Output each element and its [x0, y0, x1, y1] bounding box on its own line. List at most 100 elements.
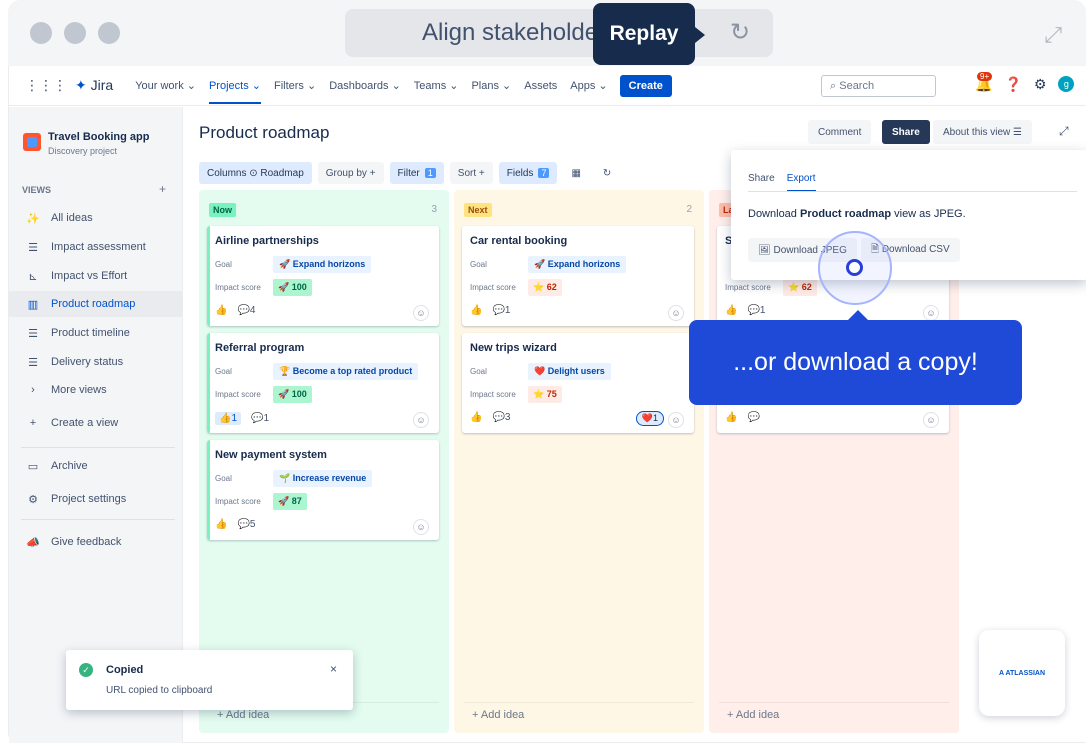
sidebar-item-impact-assessment[interactable]: ☰ Impact assessment — [9, 234, 183, 260]
share-button[interactable]: Share — [882, 120, 930, 144]
search-placeholder: Search — [839, 80, 875, 92]
success-check-icon: ✓ — [79, 663, 93, 677]
comment-button[interactable]: Comment — [808, 120, 872, 144]
nav-apps[interactable]: Apps ⌄ — [570, 79, 607, 92]
export-view-name: Product roadmap — [799, 208, 892, 220]
sidebar-item-product-roadmap[interactable]: ▥ Product roadmap — [9, 291, 183, 317]
atlassian-badge[interactable]: A ATLASSIAN — [979, 630, 1065, 716]
sidebar-item-label: Impact vs Effort — [51, 270, 128, 282]
help-icon[interactable]: ❓ — [1004, 76, 1021, 93]
avatar[interactable]: g — [1058, 76, 1075, 92]
add-idea-button[interactable]: + Add idea — [472, 709, 524, 721]
comments-count[interactable]: 💬1 — [251, 413, 269, 424]
timeline-icon: ☰ — [28, 327, 38, 340]
comments-count[interactable]: 💬1 — [747, 305, 765, 316]
impact-score-chip: 🚀 87 — [273, 493, 307, 510]
heart-reaction[interactable]: ❤️1 — [635, 411, 664, 426]
project-type: Discovery project — [48, 146, 118, 156]
like-icon[interactable]: 👍 — [725, 412, 737, 423]
nav-teams[interactable]: Teams ⌄ — [414, 79, 459, 92]
nav-projects[interactable]: Projects ⌄ — [208, 79, 261, 104]
nav-filters[interactable]: Filters ⌄ — [274, 79, 316, 92]
create-button[interactable]: Create — [619, 74, 672, 97]
idea-card[interactable]: Car rental booking Goal 🚀 Expand horizon… — [462, 226, 694, 326]
about-view-button[interactable]: About this view ☰ — [933, 120, 1032, 144]
tab-share[interactable]: Share — [748, 173, 775, 192]
view-options-icon[interactable]: ▦ — [563, 162, 588, 184]
sidebar-item-delivery-status[interactable]: ☰ Delivery status — [9, 349, 183, 375]
impact-score-label: Impact score — [470, 390, 516, 399]
idea-card[interactable]: New trips wizard Goal ❤️ Delight users I… — [462, 333, 694, 433]
sidebar-item-label: Project settings — [51, 493, 127, 505]
add-view-button[interactable]: + — [159, 182, 166, 196]
impact-score-chip: ⭐ 62 — [783, 279, 817, 296]
sidebar-item-label: Delivery status — [51, 356, 124, 368]
fields-button[interactable]: Fields 7 — [498, 162, 558, 184]
replay-button[interactable]: Replay — [593, 3, 705, 65]
impact-score-label: Impact score — [470, 283, 516, 292]
board-icon: ▥ — [27, 298, 39, 311]
filter-button[interactable]: Filter 1 — [389, 162, 444, 184]
window-zoom-dot[interactable] — [98, 22, 120, 44]
comments-count[interactable]: 💬4 — [237, 305, 255, 316]
add-reaction-icon[interactable]: ☺ — [923, 412, 939, 428]
groupby-button[interactable]: Group by + — [317, 162, 384, 184]
tab-export[interactable]: Export — [786, 173, 816, 192]
comments-count[interactable]: 💬1 — [492, 305, 510, 316]
nav-your-work[interactable]: Your work ⌄ — [135, 79, 196, 92]
sidebar-item-all-ideas[interactable]: ✨ All ideas — [9, 205, 183, 231]
add-idea-button[interactable]: + Add idea — [727, 709, 779, 721]
project-name[interactable]: Travel Booking app — [48, 131, 149, 143]
add-idea-button[interactable]: + Add idea — [217, 709, 269, 721]
card-footer: 👍 💬1 — [470, 305, 510, 316]
like-icon[interactable]: 👍 — [470, 305, 482, 316]
idea-card[interactable]: New payment system Goal 🌱 Increase reven… — [207, 440, 439, 540]
sidebar-item-more-views[interactable]: › More views — [9, 377, 183, 403]
comments-count[interactable]: 💬3 — [492, 412, 510, 423]
fullscreen-icon[interactable]: ⤢ — [1059, 124, 1069, 139]
autosave-icon[interactable]: ↻ — [595, 162, 619, 184]
sidebar-item-impact-vs-effort[interactable]: ⊾ Impact vs Effort — [9, 263, 183, 289]
card-footer: 👍 💬5 — [215, 519, 255, 530]
sidebar-item-product-timeline[interactable]: ☰ Product timeline — [9, 320, 183, 346]
columns-button[interactable]: Columns ⊙ Roadmap — [199, 162, 312, 184]
like-icon[interactable]: 👍 — [470, 412, 482, 423]
sidebar-item-archive[interactable]: ▭ Archive — [9, 453, 183, 479]
window-minimize-dot[interactable] — [64, 22, 86, 44]
jira-logo[interactable]: ✦ Jira — [75, 77, 113, 94]
reload-icon[interactable]: ↻ — [730, 18, 750, 47]
impact-score-label: Impact score — [215, 390, 261, 399]
add-reaction-icon[interactable]: ☺ — [923, 305, 939, 321]
address-bar[interactable]: Align stakeholders — [345, 9, 773, 57]
project-avatar-icon — [23, 133, 41, 151]
like-icon[interactable]: 👍 — [215, 519, 227, 530]
search-input[interactable]: ⌕ Search — [821, 75, 936, 97]
like-count[interactable]: 👍1 — [215, 412, 242, 425]
card-title: New trips wizard — [470, 342, 557, 354]
add-reaction-icon[interactable]: ☺ — [668, 412, 684, 428]
nav-plans[interactable]: Plans ⌄ — [471, 79, 511, 92]
idea-card[interactable]: Airline partnerships Goal 🚀 Expand horiz… — [207, 226, 439, 326]
close-icon[interactable]: × — [330, 662, 337, 676]
like-icon[interactable]: 👍 — [215, 305, 227, 316]
sidebar-item-create-view[interactable]: + Create a view — [9, 410, 183, 436]
add-reaction-icon[interactable]: ☺ — [413, 519, 429, 535]
add-reaction-icon[interactable]: ☺ — [413, 305, 429, 321]
sidebar-item-give-feedback[interactable]: 📣 Give feedback — [9, 529, 183, 555]
add-reaction-icon[interactable]: ☺ — [413, 412, 429, 428]
export-description: Download Product roadmap view as JPEG. — [748, 208, 966, 220]
nav-assets[interactable]: Assets — [524, 80, 557, 92]
sort-button[interactable]: Sort + — [449, 162, 493, 184]
app-switcher-icon[interactable]: ⋮⋮⋮ — [25, 77, 67, 94]
settings-icon[interactable]: ⚙ — [1034, 76, 1047, 93]
add-reaction-icon[interactable]: ☺ — [668, 305, 684, 321]
window-close-dot[interactable] — [30, 22, 52, 44]
expand-icon[interactable]: ⤢ — [1044, 22, 1062, 48]
idea-card[interactable]: Referral program Goal 🏆 Become a top rat… — [207, 333, 439, 433]
gear-icon: ⚙ — [28, 493, 38, 506]
nav-dashboards[interactable]: Dashboards ⌄ — [329, 79, 401, 92]
like-icon[interactable]: 👍 — [725, 305, 737, 316]
comments-count[interactable]: 💬5 — [237, 519, 255, 530]
comments-icon[interactable]: 💬 — [747, 412, 759, 423]
sidebar-item-project-settings[interactable]: ⚙ Project settings — [9, 486, 183, 512]
